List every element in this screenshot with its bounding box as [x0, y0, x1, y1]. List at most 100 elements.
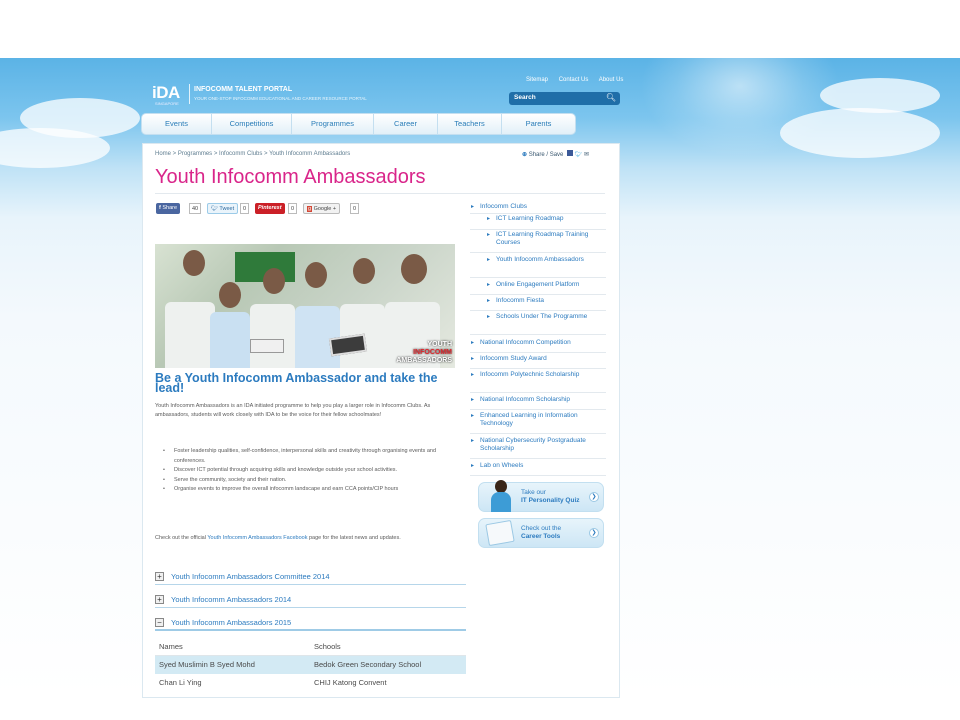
contact-us-link[interactable]: Contact Us	[559, 77, 589, 83]
sidebar-item-cybersecurity-scholarship[interactable]: ▸ National Cybersecurity Postgraduate Sch…	[470, 437, 606, 459]
caption-line: AMBASSADORS	[396, 357, 452, 364]
sidebar-item-label: Infocomm Polytechnic Scholarship	[480, 371, 580, 378]
sidebar-item-national-scholarship[interactable]: ▸ National Infocomm Scholarship	[470, 396, 606, 410]
portal-title: INFOCOMM TALENT PORTAL	[194, 86, 293, 93]
sidebar-item-roadmap-training[interactable]: ▸ ICT Learning Roadmap Training Courses	[470, 231, 606, 253]
list-item: Serve the community, society and their n…	[163, 476, 453, 486]
chevron-right-icon: ▸	[487, 298, 491, 304]
sidebar-item-label: Infocomm Fiesta	[496, 297, 545, 304]
accordion-label: Youth Infocomm Ambassadors 2015	[171, 618, 292, 627]
accordion-ambassadors-2014[interactable]: + Youth Infocomm Ambassadors 2014	[155, 592, 466, 608]
sidebar-item-schools-programme[interactable]: ▸ Schools Under The Programme	[470, 313, 606, 335]
tweet-button[interactable]: 🐦︎ Tweet	[207, 203, 239, 214]
search-input[interactable]: Search 🔍︎	[509, 92, 620, 105]
nav-parents[interactable]: Parents	[502, 114, 575, 134]
facebook-text-after: page for the latest news and updates.	[307, 535, 401, 541]
breadcrumb[interactable]: Home > Programmes > Infocomm Clubs > You…	[155, 151, 350, 157]
avatar	[489, 480, 513, 512]
photo-person	[210, 312, 250, 368]
sidebar-item-ict-learning-roadmap[interactable]: ▸ ICT Learning Roadmap	[470, 215, 606, 230]
sidebar-item-youth-ambassadors[interactable]: ▸ Youth Infocomm Ambassadors	[470, 256, 606, 278]
sidebar-item-national-competition[interactable]: ▸ National Infocomm Competition	[470, 339, 606, 353]
google-plus-button[interactable]: g Google +	[303, 203, 341, 214]
email-icon[interactable]: ✉	[584, 152, 589, 158]
career-tools-banner[interactable]: Check out the Career Tools ❯	[478, 518, 604, 548]
cell-school: Bedok Green Secondary School	[314, 660, 422, 669]
expand-icon[interactable]: +	[155, 572, 164, 581]
search-placeholder: Search	[514, 94, 536, 101]
google-count: 0	[350, 203, 360, 214]
sidebar-item-infocomm-clubs[interactable]: ▸ Infocomm Clubs	[470, 203, 606, 214]
sitemap-link[interactable]: Sitemap	[526, 77, 548, 83]
logo-divider	[189, 84, 190, 104]
collapse-icon[interactable]: −	[155, 618, 164, 627]
chevron-right-icon: ▸	[487, 282, 491, 288]
slide-bottom-margin	[0, 698, 960, 720]
cloud	[780, 108, 940, 158]
search-icon[interactable]: 🔍︎	[606, 93, 616, 102]
personality-quiz-banner[interactable]: Take our IT Personality Quiz ❯	[478, 480, 604, 512]
chevron-right-icon[interactable]: ❯	[589, 528, 599, 538]
column-header-schools: Schools	[314, 642, 341, 651]
chevron-right-icon: ▸	[471, 356, 475, 362]
chevron-right-icon: ▸	[471, 397, 475, 403]
expand-icon[interactable]: +	[155, 595, 164, 604]
laptop	[250, 339, 284, 353]
nav-teachers[interactable]: Teachers	[438, 114, 502, 134]
page-title: Youth Infocomm Ambassadors	[155, 166, 426, 188]
caption-line: YOUTH	[427, 341, 453, 348]
cell-name: Syed Muslimin B Syed Mohd	[159, 660, 255, 669]
nav-career[interactable]: Career	[374, 114, 438, 134]
promo-line: Take our	[521, 489, 546, 496]
sidebar-item-online-engagement[interactable]: ▸ Online Engagement Platform	[470, 281, 606, 295]
portal-tagline: YOUR ONE-STOP INFOCOMM EDUCATIONAL AND C…	[194, 96, 367, 101]
tweet-count: 0	[240, 203, 250, 214]
chevron-right-icon: ▸	[471, 438, 475, 444]
facebook-text-before: Check out the official	[155, 535, 208, 541]
intro-paragraph: Youth Infocomm Ambassadors is an IDA ini…	[155, 403, 431, 418]
sidebar-item-enhanced-learning[interactable]: ▸ Enhanced Learning in Information Techno…	[470, 412, 606, 434]
main-nav: Events Competitions Programmes Career Te…	[141, 113, 576, 135]
photo-person	[165, 302, 215, 368]
chevron-right-icon: ▸	[471, 463, 475, 469]
promo-line: Check out the	[521, 525, 562, 532]
photo-person	[183, 250, 205, 276]
sidebar-item-study-award[interactable]: ▸ Infocomm Study Award	[470, 355, 606, 369]
nav-events[interactable]: Events	[142, 114, 212, 134]
photo-person	[401, 254, 427, 284]
sidebar-item-infocomm-fiesta[interactable]: ▸ Infocomm Fiesta	[470, 297, 606, 311]
chevron-right-icon: ▸	[471, 372, 475, 378]
sidebar-item-polytechnic-scholarship[interactable]: ▸ Infocomm Polytechnic Scholarship	[470, 371, 606, 393]
nav-competitions[interactable]: Competitions	[212, 114, 292, 134]
sidebar-item-label: National Cybersecurity Postgraduate Scho…	[480, 437, 586, 452]
sidebar-item-lab-on-wheels[interactable]: ▸ Lab on Wheels	[470, 462, 606, 476]
table-header-row: Names Schools	[155, 638, 466, 656]
share-save-button[interactable]: ⊕ Share / Save 🐦︎ ✉	[522, 150, 589, 158]
facebook-icon[interactable]	[567, 150, 574, 156]
pinterest-button[interactable]: Pinterest	[255, 203, 285, 214]
facebook-share-button[interactable]: f Share	[156, 203, 181, 214]
accordion-label: Youth Infocomm Ambassadors Committee 201…	[171, 572, 330, 581]
facebook-page-link[interactable]: Youth Infocomm Ambassadors Facebook	[207, 535, 307, 541]
share-save-label: Share / Save	[528, 152, 564, 158]
about-us-link[interactable]: About Us	[599, 77, 624, 83]
accordion-ambassadors-2015[interactable]: − Youth Infocomm Ambassadors 2015	[155, 615, 466, 631]
google-label: Google +	[313, 206, 337, 212]
sidebar-item-label: Enhanced Learning in Information Technol…	[480, 412, 578, 427]
photo-person	[219, 282, 241, 308]
sidebar-item-label: Lab on Wheels	[480, 462, 524, 469]
accordion-committee-2014[interactable]: + Youth Infocomm Ambassadors Committee 2…	[155, 569, 466, 585]
tweet-label: Tweet	[219, 206, 235, 212]
column-header-names: Names	[159, 642, 183, 651]
photo-caption: YOUTH INFOCOMM AMBASSADORS	[396, 341, 452, 365]
chevron-right-icon: ▸	[487, 216, 491, 222]
cell-name: Chan Li Ying	[159, 678, 202, 687]
sidebar-item-label: Youth Infocomm Ambassadors	[496, 256, 584, 263]
nav-programmes[interactable]: Programmes	[292, 114, 374, 134]
chevron-right-icon: ▸	[487, 314, 491, 320]
chevron-right-icon[interactable]: ❯	[589, 492, 599, 502]
title-divider	[155, 193, 605, 194]
twitter-icon[interactable]: 🐦︎	[575, 152, 583, 158]
caption-line: INFOCOMM	[413, 349, 452, 356]
google-plus-icon: g	[307, 206, 313, 212]
